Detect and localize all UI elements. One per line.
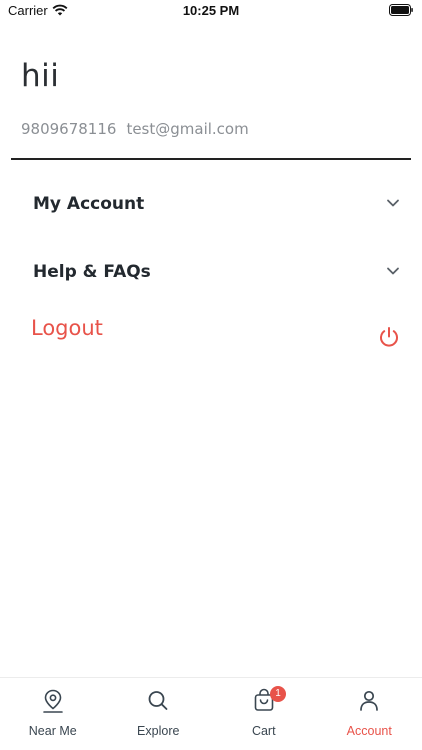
chevron-down-icon xyxy=(387,199,399,207)
status-bar: Carrier 10:25 PM xyxy=(0,0,422,22)
help-faqs-label: Help & FAQs xyxy=(33,262,151,282)
tab-label: Account xyxy=(346,724,392,738)
search-icon xyxy=(148,691,168,710)
user-phone: 9809678116 xyxy=(21,120,117,138)
tab-account[interactable]: Account xyxy=(317,678,422,750)
location-pin-icon xyxy=(42,689,63,713)
user-email: test@gmail.com xyxy=(126,120,249,138)
help-faqs-row[interactable]: Help & FAQs xyxy=(0,246,422,306)
logout-label: Logout xyxy=(31,316,103,340)
battery-icon xyxy=(389,4,413,16)
profile-divider xyxy=(11,158,411,160)
tab-explore[interactable]: Explore xyxy=(106,678,212,750)
user-name: hii xyxy=(21,58,60,94)
my-account-row[interactable]: My Account xyxy=(0,178,422,238)
tab-label: Near Me xyxy=(28,724,77,738)
chevron-down-icon xyxy=(387,267,399,275)
tab-near-me[interactable]: Near Me xyxy=(0,678,106,750)
my-account-label: My Account xyxy=(33,194,145,214)
status-time: 10:25 PM xyxy=(182,3,240,18)
contact-info: 9809678116 test@gmail.com xyxy=(21,120,249,138)
tab-label: Explore xyxy=(137,724,180,738)
tab-cart[interactable]: 1 Cart xyxy=(211,678,317,750)
power-icon[interactable] xyxy=(378,326,400,348)
tab-label: Cart xyxy=(251,724,276,738)
user-icon xyxy=(360,690,379,711)
cart-count-badge: 1 xyxy=(270,686,287,702)
bottom-tab-bar: Near Me Explore 1 Cart Account xyxy=(0,677,422,750)
logout-button[interactable]: Logout xyxy=(0,306,422,362)
